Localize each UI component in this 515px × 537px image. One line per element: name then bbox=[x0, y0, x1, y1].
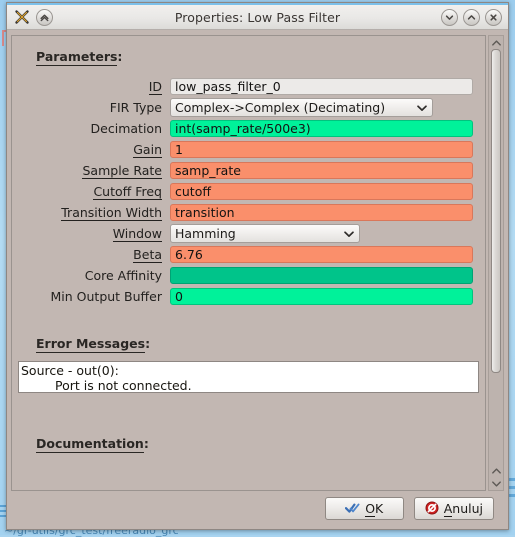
param-row-fir-type: FIR Type Complex->Complex (Decimating) bbox=[18, 97, 479, 118]
param-input-gain[interactable]: 1 bbox=[170, 141, 473, 158]
param-input-beta[interactable]: 6.76 bbox=[170, 246, 473, 263]
gnuradio-x-logo-icon bbox=[13, 8, 31, 26]
param-select-fir-type[interactable]: Complex->Complex (Decimating) bbox=[170, 98, 433, 117]
maximize-button[interactable] bbox=[463, 8, 480, 26]
param-row-id: ID low_pass_filter_0 bbox=[18, 76, 479, 97]
param-row-beta: Beta 6.76 bbox=[18, 244, 479, 265]
param-input-min-output-buffer[interactable]: 0 bbox=[170, 288, 473, 305]
chevron-down-icon bbox=[491, 480, 501, 487]
dialog-body: Parameters: ID low_pass_filter_0 FIR Typ… bbox=[7, 30, 508, 529]
cancel-button-label: Anuluj bbox=[443, 500, 483, 517]
window-shade-button[interactable] bbox=[36, 8, 53, 26]
param-input-sample-rate[interactable]: samp_rate bbox=[170, 162, 473, 179]
param-label-decimation: Decimation bbox=[90, 121, 162, 136]
param-select-window-value: Hamming bbox=[175, 226, 236, 241]
ok-button[interactable]: OK bbox=[324, 496, 404, 520]
scroll-up-button[interactable] bbox=[489, 36, 503, 49]
param-row-min-output-buffer: Min Output Buffer 0 bbox=[18, 286, 479, 307]
scrollbar-track[interactable] bbox=[489, 49, 503, 464]
close-x-icon bbox=[490, 13, 497, 21]
documentation-heading: Documentation bbox=[36, 436, 144, 453]
param-label-transition-width: Transition Width bbox=[61, 205, 162, 221]
param-row-gain: Gain 1 bbox=[18, 139, 479, 160]
ok-button-label: OK bbox=[365, 500, 384, 517]
vertical-scrollbar[interactable] bbox=[488, 35, 504, 491]
error-line-detail: Port is not connected. bbox=[55, 378, 192, 393]
chevron-up-icon bbox=[491, 39, 501, 46]
chevron-up-icon bbox=[491, 467, 501, 474]
documentation-heading-row: Documentation: bbox=[18, 433, 479, 453]
titlebar-left-controls bbox=[13, 8, 53, 26]
chevron-down-icon bbox=[410, 104, 428, 112]
param-label-min-output-buffer: Min Output Buffer bbox=[50, 289, 163, 304]
parameters-heading: Parameters bbox=[36, 49, 118, 66]
window-title: Properties: Low Pass Filter bbox=[174, 9, 341, 25]
param-label-core-affinity: Core Affinity bbox=[84, 268, 162, 283]
errors-heading-row: Error Messages: bbox=[18, 333, 479, 353]
param-row-transition-width: Transition Width transition bbox=[18, 202, 479, 223]
param-label-beta: Beta bbox=[133, 247, 162, 263]
param-input-core-affinity[interactable] bbox=[170, 267, 473, 284]
chevron-down-icon bbox=[337, 230, 355, 238]
dialog-footer: OK Anuluj bbox=[11, 491, 504, 525]
errors-heading: Error Messages bbox=[36, 336, 146, 353]
parameters-heading-colon: : bbox=[117, 49, 123, 64]
parameters-heading-row: Parameters: bbox=[18, 46, 479, 66]
properties-dialog-window: Properties: Low Pass Filter Parameters: … bbox=[6, 2, 509, 530]
titlebar-right-controls bbox=[441, 8, 502, 26]
param-select-fir-type-value: Complex->Complex (Decimating) bbox=[175, 100, 386, 115]
scrollbar-bottom-arrows bbox=[489, 464, 503, 490]
window-titlebar[interactable]: Properties: Low Pass Filter bbox=[7, 3, 508, 30]
param-label-cutoff-freq: Cutoff Freq bbox=[93, 184, 162, 200]
close-button[interactable] bbox=[485, 8, 502, 26]
param-label-sample-rate: Sample Rate bbox=[82, 163, 162, 179]
properties-content-panel: Parameters: ID low_pass_filter_0 FIR Typ… bbox=[11, 35, 486, 491]
chevron-down-icon bbox=[445, 14, 454, 20]
documentation-heading-colon: : bbox=[143, 436, 149, 451]
cancel-button[interactable]: Anuluj bbox=[413, 496, 494, 520]
chevron-up-icon bbox=[467, 14, 476, 20]
param-row-decimation: Decimation int(samp_rate/500e3) bbox=[18, 118, 479, 139]
scrollable-region: Parameters: ID low_pass_filter_0 FIR Typ… bbox=[11, 35, 504, 491]
param-label-id: ID bbox=[148, 79, 162, 95]
param-input-transition-width[interactable]: transition bbox=[170, 204, 473, 221]
scrollbar-thumb[interactable] bbox=[491, 49, 501, 373]
param-label-fir-type: FIR Type bbox=[109, 100, 162, 115]
red-cancel-icon bbox=[425, 501, 439, 515]
param-label-gain: Gain bbox=[133, 142, 162, 158]
parameters-list: ID low_pass_filter_0 FIR Type Complex->C… bbox=[18, 76, 479, 307]
param-input-decimation[interactable]: int(samp_rate/500e3) bbox=[170, 120, 473, 137]
collapse-chevrons-icon bbox=[40, 14, 49, 21]
error-messages-box: Source - out(0): Port is not connected. bbox=[18, 361, 479, 393]
param-row-window: Window Hamming bbox=[18, 223, 479, 244]
param-input-id[interactable]: low_pass_filter_0 bbox=[170, 78, 473, 95]
param-row-core-affinity: Core Affinity bbox=[18, 265, 479, 286]
scroll-down-button[interactable] bbox=[489, 477, 503, 490]
param-label-window: Window bbox=[112, 226, 162, 242]
scroll-up-button-secondary[interactable] bbox=[489, 464, 503, 477]
error-line-source: Source - out(0): bbox=[21, 363, 119, 378]
param-row-cutoff-freq: Cutoff Freq cutoff bbox=[18, 181, 479, 202]
blue-check-icon bbox=[345, 502, 360, 514]
minimize-button[interactable] bbox=[441, 8, 458, 26]
param-input-cutoff-freq[interactable]: cutoff bbox=[170, 183, 473, 200]
param-select-window[interactable]: Hamming bbox=[170, 224, 360, 243]
param-row-sample-rate: Sample Rate samp_rate bbox=[18, 160, 479, 181]
errors-heading-colon: : bbox=[145, 336, 151, 351]
